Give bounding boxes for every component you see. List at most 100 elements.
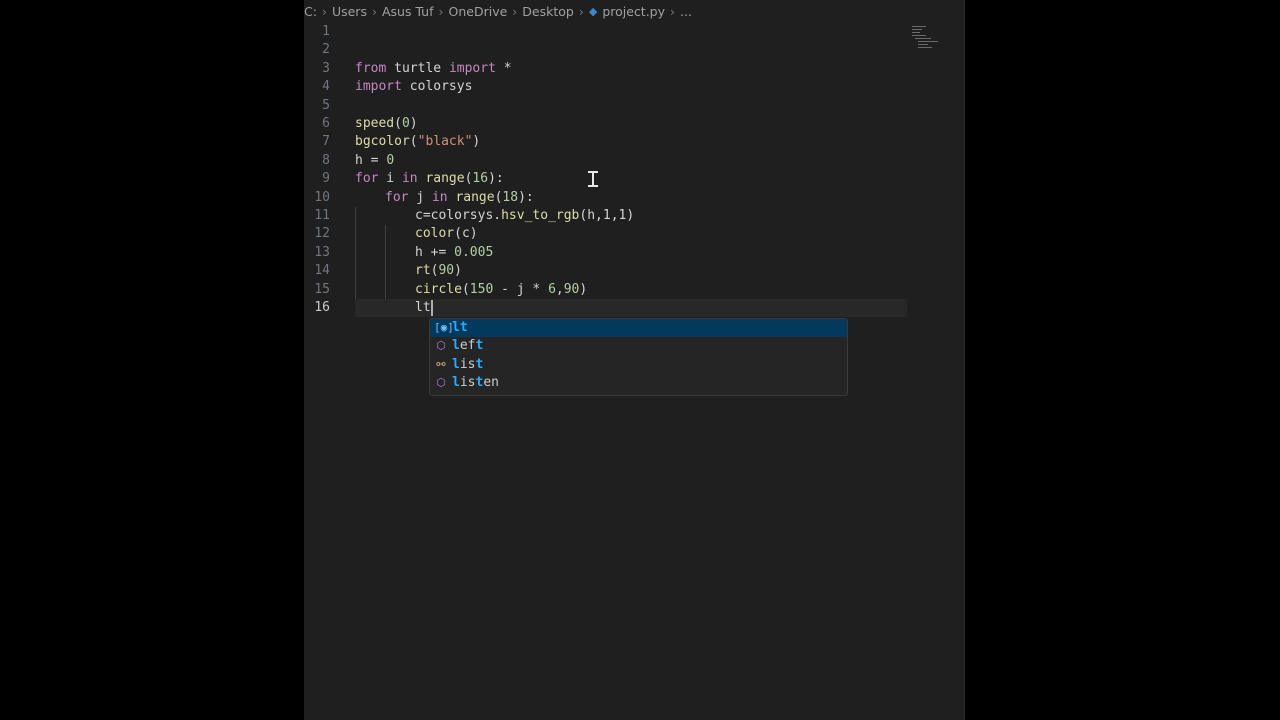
args-token: (c) <box>454 226 478 242</box>
code-line-13[interactable]: h += 0.005 <box>415 244 493 262</box>
function-token: range <box>447 189 495 205</box>
module-token: turtle <box>386 60 449 76</box>
variable-icon: [◉] <box>434 321 454 334</box>
number-token: 0 <box>386 152 395 168</box>
line-number: 7 <box>322 134 330 150</box>
operator-token: - j * <box>493 281 549 297</box>
chevron-right-icon: › <box>438 4 444 19</box>
chevron-right-icon: › <box>371 4 377 19</box>
code-line-12[interactable]: color(c) <box>415 225 478 243</box>
minimap[interactable] <box>912 26 942 50</box>
suggestion-left[interactable]: ⬡ left <box>430 337 847 355</box>
operator-token: = <box>362 152 387 168</box>
function-token: rt <box>415 263 431 279</box>
code-line-11[interactable]: c=colorsys.hsv_to_rgb(h,1,1) <box>415 207 634 225</box>
keyword-token: in <box>431 189 448 205</box>
code-line-3[interactable]: from turtle import * <box>355 60 512 78</box>
module-icon: ⬡ <box>436 339 446 353</box>
paren-token: ) <box>472 134 481 150</box>
variable-token: h <box>415 244 423 260</box>
code-line-10[interactable]: for j in range(18): <box>385 189 534 207</box>
text-cursor <box>430 299 433 316</box>
function-token: circle <box>415 281 462 297</box>
line-number: 10 <box>314 189 330 205</box>
line-number-active: 16 <box>314 300 330 315</box>
paren-token: ): <box>518 189 534 205</box>
paren-token: ): <box>488 171 504 187</box>
breadcrumb-users[interactable]: Users <box>332 4 367 19</box>
line-number: 5 <box>322 97 330 113</box>
module-icon: ⬡ <box>436 376 446 390</box>
line-number: 9 <box>322 171 330 187</box>
suggestion-label: list <box>452 356 484 372</box>
line-number: 4 <box>322 79 330 95</box>
paren-token: ) <box>454 263 462 279</box>
suggestion-list[interactable]: ⚯ list <box>430 356 847 374</box>
paren-token: ) <box>579 281 588 297</box>
chevron-right-icon: › <box>670 4 676 19</box>
number-token: 0 <box>401 116 410 131</box>
number-token: 6 <box>548 281 556 297</box>
function-token: color <box>415 226 455 242</box>
code-line-16-current[interactable]: lt <box>355 299 907 318</box>
chevron-right-icon: › <box>512 4 518 19</box>
line-number: 8 <box>322 152 330 168</box>
autocomplete-suggest-widget[interactable]: [◉] lt ⬡ left ⚯ list ⬡ listen <box>429 318 848 396</box>
suggestion-listen[interactable]: ⬡ listen <box>430 374 847 392</box>
line-number: 11 <box>314 208 330 223</box>
keyword-token: from <box>355 60 387 76</box>
line-number: 15 <box>314 281 330 297</box>
line-number: 14 <box>314 263 330 279</box>
breadcrumb-user[interactable]: Asus Tuf <box>382 4 434 19</box>
suggestion-label: left <box>452 338 484 354</box>
code-line-4[interactable]: import colorsys <box>355 78 472 96</box>
variable-token: h <box>355 152 363 168</box>
variable-token: j <box>408 189 432 205</box>
module-token: colorsys <box>401 79 473 95</box>
keyword-token: import <box>448 60 496 76</box>
code-line-6[interactable]: speed(0) <box>355 115 418 133</box>
operator-token: , <box>555 281 564 297</box>
suggestion-label: listen <box>452 375 499 391</box>
paren-token: ( <box>461 281 470 297</box>
number-token: 18 <box>502 189 519 205</box>
args-token: (h,1,1) <box>579 208 635 223</box>
variable-token: i <box>378 171 402 187</box>
string-token: "black" <box>417 134 473 150</box>
code-line-9[interactable]: for i in range(16): <box>355 170 504 188</box>
function-token: hsv_to_rgb <box>501 208 580 223</box>
code-line-14[interactable]: rt(90) <box>415 262 462 280</box>
breadcrumb-ellipsis[interactable]: ... <box>680 4 692 19</box>
number-token: 150 <box>469 281 494 297</box>
suggestion-lt[interactable]: [◉] lt <box>430 319 847 338</box>
breadcrumb-file[interactable]: project.py <box>602 4 665 19</box>
line-number: 12 <box>314 226 330 242</box>
operator-token: += <box>422 244 455 260</box>
code-line-7[interactable]: bgcolor("black") <box>355 133 480 151</box>
line-number: 2 <box>322 42 330 58</box>
code-line-8[interactable]: h = 0 <box>355 152 394 170</box>
paren-token: ( <box>409 134 418 150</box>
ibeam-cursor-icon <box>588 171 598 187</box>
function-token: speed <box>355 116 395 131</box>
function-token: bgcolor <box>355 134 410 150</box>
code-editor[interactable]: C: › Users › Asus Tuf › OneDrive › Deskt… <box>304 0 965 720</box>
python-file-icon: ◆ <box>588 5 598 18</box>
breadcrumb-desktop[interactable]: Desktop <box>522 4 574 19</box>
typed-text: lt <box>415 300 431 315</box>
breadcrumb-onedrive[interactable]: OneDrive <box>449 4 508 19</box>
keyword-icon: ⚯ <box>436 357 446 371</box>
number-token: 90 <box>563 281 580 297</box>
function-token: range <box>417 171 465 187</box>
line-number-gutter: 1 2 3 4 5 6 7 8 9 10 11 12 13 14 15 16 <box>304 23 330 323</box>
keyword-token: import <box>355 79 402 95</box>
operator-token: * <box>495 60 512 76</box>
breadcrumb-drive[interactable]: C: <box>304 4 317 19</box>
paren-token: ( <box>394 116 402 131</box>
code-line-15[interactable]: circle(150 - j * 6,90) <box>415 281 587 299</box>
module-token: colorsys. <box>430 208 502 223</box>
chevron-right-icon: › <box>321 4 327 19</box>
breadcrumb: C: › Users › Asus Tuf › OneDrive › Deskt… <box>304 0 964 22</box>
keyword-token: for <box>355 171 379 187</box>
line-number: 6 <box>322 116 330 131</box>
